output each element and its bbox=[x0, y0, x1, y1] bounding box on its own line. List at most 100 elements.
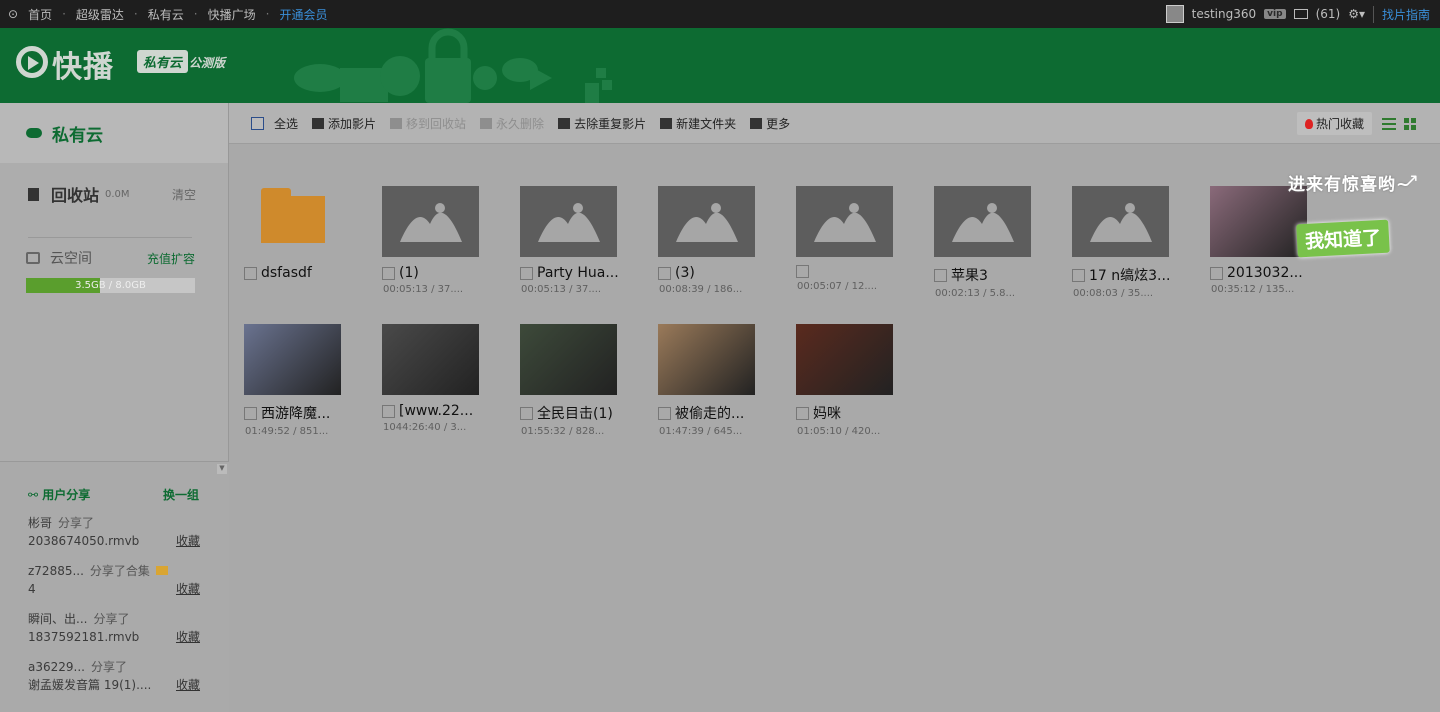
file-name[interactable]: 西游降魔... bbox=[261, 403, 330, 423]
video-thumbnail[interactable] bbox=[520, 324, 617, 395]
collect-button[interactable]: 收藏 bbox=[176, 676, 200, 694]
switch-group-button[interactable]: 换一组 bbox=[163, 486, 199, 503]
file-tile[interactable]: (1) 00:05:13 / 37.... bbox=[382, 186, 502, 295]
image-placeholder-icon[interactable] bbox=[520, 186, 617, 257]
file-name[interactable]: 17 n缟炫3... bbox=[1089, 265, 1170, 285]
checkbox[interactable] bbox=[934, 268, 947, 282]
image-placeholder-icon[interactable] bbox=[1072, 186, 1169, 257]
file-name[interactable]: 被偷走的... bbox=[675, 403, 744, 423]
checkbox[interactable] bbox=[244, 266, 257, 280]
collapse-icon[interactable]: ▼ bbox=[217, 464, 227, 474]
hot-collect-button[interactable]: 热门收藏 bbox=[1296, 112, 1372, 135]
share-file[interactable]: 谢孟媛发音篇 19(1).... bbox=[28, 676, 200, 694]
folder-add-icon bbox=[660, 117, 673, 129]
file-tile[interactable]: 00:05:07 / 12.... bbox=[796, 186, 916, 292]
file-name[interactable]: [www.22... bbox=[399, 403, 473, 419]
video-thumbnail[interactable] bbox=[1210, 186, 1307, 257]
file-name[interactable]: 全民目击(1) bbox=[537, 403, 613, 423]
checkbox[interactable] bbox=[520, 266, 533, 280]
file-name[interactable]: (1) bbox=[399, 265, 419, 281]
more-icon bbox=[750, 117, 763, 129]
file-name-row: 17 n缟炫3... bbox=[1072, 265, 1192, 285]
nav-super-radar[interactable]: 超级雷达 bbox=[76, 6, 124, 23]
file-tile[interactable]: 西游降魔... 01:49:52 / 851... bbox=[244, 324, 364, 437]
file-tile[interactable]: [www.22... 1044:26:40 / 3... bbox=[382, 324, 502, 433]
checkbox[interactable] bbox=[382, 404, 395, 418]
video-thumbnail[interactable] bbox=[796, 324, 893, 395]
guide-link[interactable]: 找片指南 bbox=[1372, 5, 1430, 23]
more-button[interactable]: 更多 bbox=[750, 115, 790, 132]
grid-view-icon[interactable] bbox=[1404, 117, 1416, 130]
file-tile[interactable]: (3) 00:08:39 / 186... bbox=[658, 186, 778, 295]
video-thumbnail[interactable] bbox=[658, 324, 755, 395]
file-name[interactable]: 2013032... bbox=[1227, 265, 1303, 281]
checkbox[interactable] bbox=[520, 406, 533, 420]
image-placeholder-icon[interactable] bbox=[658, 186, 755, 257]
folder-icon[interactable] bbox=[244, 186, 341, 257]
file-tile[interactable]: Party Hua... 00:05:13 / 37.... bbox=[520, 186, 640, 295]
select-all-checkbox[interactable]: 全选 bbox=[251, 115, 298, 132]
checkbox[interactable] bbox=[1210, 266, 1223, 280]
sidebar-item-recycle[interactable]: 回收站 0.0M 清空 bbox=[0, 163, 228, 225]
video-thumbnail[interactable] bbox=[382, 324, 479, 395]
username[interactable]: testing360 bbox=[1192, 7, 1257, 21]
image-placeholder-icon[interactable] bbox=[382, 186, 479, 257]
file-tile[interactable]: 17 n缟炫3... 00:08:03 / 35.... bbox=[1072, 186, 1192, 299]
share-file[interactable]: 2038674050.rmvb bbox=[28, 532, 200, 550]
file-tile[interactable]: 被偷走的... 01:47:39 / 645... bbox=[658, 324, 778, 437]
share-user[interactable]: 彬哥 bbox=[28, 516, 52, 530]
open-vip-link[interactable]: 开通会员 bbox=[279, 6, 327, 23]
collect-button[interactable]: 收藏 bbox=[176, 532, 200, 550]
video-thumbnail[interactable] bbox=[244, 324, 341, 395]
file-name[interactable]: (3) bbox=[675, 265, 695, 281]
collect-button[interactable]: 收藏 bbox=[176, 580, 200, 598]
new-folder-button[interactable]: 新建文件夹 bbox=[660, 115, 736, 132]
banner-decoration bbox=[294, 28, 612, 103]
delete-forever-button[interactable]: 永久删除 bbox=[480, 115, 544, 132]
add-movie-button[interactable]: 添加影片 bbox=[312, 115, 376, 132]
logo-subtitle: 公测版 bbox=[189, 56, 226, 70]
collect-button[interactable]: 收藏 bbox=[176, 628, 200, 646]
avatar[interactable] bbox=[1165, 5, 1184, 23]
checkbox[interactable] bbox=[251, 116, 264, 130]
checkbox[interactable] bbox=[382, 266, 395, 280]
file-tile[interactable]: dsfasdf bbox=[244, 186, 364, 284]
list-view-icon[interactable] bbox=[1382, 117, 1396, 130]
gear-icon[interactable]: ⚙▾ bbox=[1348, 7, 1365, 21]
move-to-recycle-button[interactable]: 移到回收站 bbox=[390, 115, 466, 132]
checkbox[interactable] bbox=[1072, 268, 1085, 282]
message-count[interactable]: (61) bbox=[1316, 7, 1341, 21]
share-file[interactable]: 4 bbox=[28, 580, 200, 598]
share-user[interactable]: 瞬间、出... bbox=[28, 612, 87, 626]
file-tile[interactable]: 苹果3 00:02:13 / 5.8... bbox=[934, 186, 1054, 299]
share-file[interactable]: 1837592181.rmvb bbox=[28, 628, 200, 646]
checkbox[interactable] bbox=[796, 406, 809, 420]
got-it-button[interactable]: 我知道了 bbox=[1296, 219, 1390, 258]
image-placeholder-icon[interactable] bbox=[796, 186, 893, 257]
checkbox[interactable] bbox=[658, 266, 671, 280]
list-item: 彬哥 分享了 2038674050.rmvb 收藏 bbox=[28, 514, 200, 550]
mail-icon[interactable] bbox=[1293, 9, 1308, 19]
file-name[interactable]: 妈咪 bbox=[813, 403, 841, 423]
file-name[interactable]: 苹果3 bbox=[951, 265, 988, 285]
checkbox[interactable] bbox=[796, 265, 809, 278]
nav-home[interactable]: 首页 bbox=[28, 6, 52, 23]
file-name[interactable]: dsfasdf bbox=[261, 265, 312, 281]
home-icon[interactable]: ⊙ bbox=[8, 7, 18, 21]
file-tile[interactable]: 妈咪 01:05:10 / 420... bbox=[796, 324, 916, 437]
share-user[interactable]: a36229... bbox=[28, 660, 85, 674]
file-name-row: 被偷走的... bbox=[658, 403, 778, 423]
sidebar-item-private-cloud[interactable]: 私有云 bbox=[0, 103, 228, 163]
file-tile[interactable]: 全民目击(1) 01:55:32 / 828... bbox=[520, 324, 640, 437]
nav-private-cloud[interactable]: 私有云 bbox=[148, 6, 184, 23]
dedupe-button[interactable]: 去除重复影片 bbox=[558, 115, 646, 132]
share-user[interactable]: z72885... bbox=[28, 564, 84, 578]
checkbox[interactable] bbox=[244, 406, 257, 420]
nav-square[interactable]: 快播广场 bbox=[208, 6, 256, 23]
checkbox[interactable] bbox=[658, 406, 671, 420]
tip-text: 进来有惊喜哟~ bbox=[1288, 175, 1412, 195]
image-placeholder-icon[interactable] bbox=[934, 186, 1031, 257]
recharge-link[interactable]: 充值扩容 bbox=[147, 250, 195, 267]
file-name[interactable]: Party Hua... bbox=[537, 265, 619, 281]
clear-recycle-button[interactable]: 清空 bbox=[172, 186, 196, 203]
